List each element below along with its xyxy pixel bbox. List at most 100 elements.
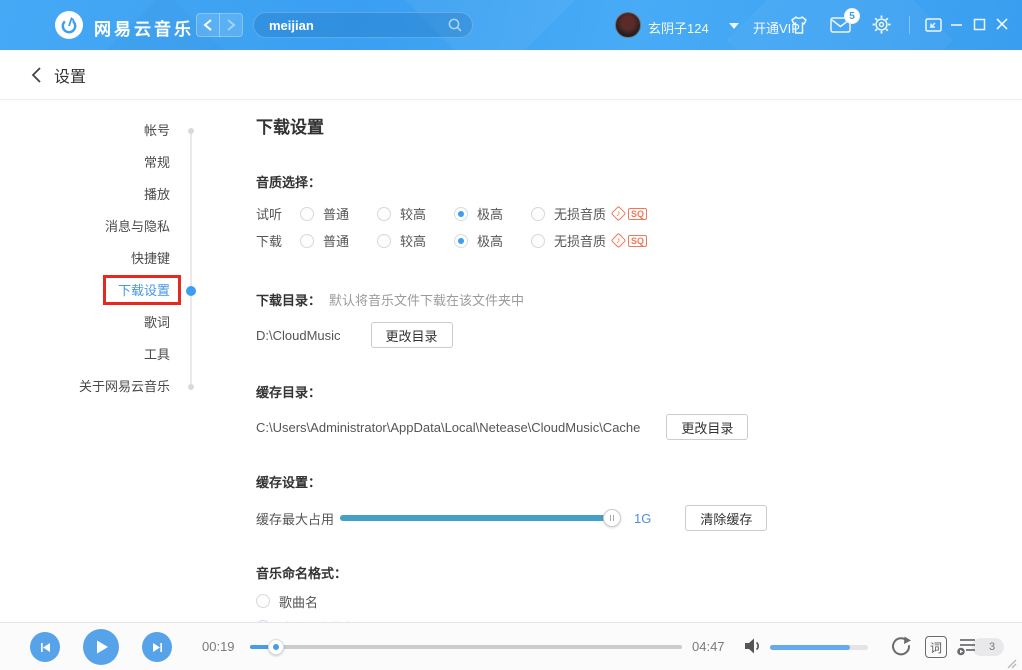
progress-handle[interactable] [268, 639, 284, 655]
radio-icon[interactable] [531, 207, 545, 221]
radio-icon[interactable] [531, 234, 545, 248]
back-chevron-icon[interactable] [30, 66, 42, 84]
quality-row-name: 试听 [256, 204, 300, 223]
sidebar-timeline [190, 131, 192, 387]
radio-download-normal[interactable]: 普通 [300, 231, 377, 250]
previous-track-button[interactable] [30, 632, 60, 662]
mini-mode-icon[interactable] [925, 18, 942, 32]
radio-icon[interactable] [377, 234, 391, 248]
radio-download-lossless[interactable]: 无损音质 ♪ SQ [531, 231, 647, 250]
radio-label: 歌曲名 [279, 592, 318, 611]
cache-slider-row: 缓存最大占用 1G 清除缓存 [256, 505, 1016, 531]
sq-badge: ♪ SQ [613, 235, 647, 247]
radio-label: 较高 [400, 204, 426, 223]
sidebar-item-general[interactable]: 常规 [0, 147, 170, 179]
next-track-button[interactable] [142, 632, 172, 662]
progress-bar[interactable] [250, 645, 682, 649]
slider-handle[interactable] [603, 509, 621, 527]
download-dir-hint: 默认将音乐文件下载在该文件夹中 [329, 293, 524, 308]
app-logo-icon[interactable] [55, 11, 83, 39]
clear-cache-button[interactable]: 清除缓存 [685, 505, 767, 531]
playlist-icon[interactable] [956, 636, 978, 658]
radio-icon[interactable] [256, 594, 270, 608]
cache-dir-path: C:\Users\Administrator\AppData\Local\Net… [256, 420, 640, 435]
radio-download-higher[interactable]: 较高 [377, 231, 454, 250]
cache-settings-label: 缓存设置： [256, 472, 1016, 491]
loop-mode-icon[interactable] [888, 635, 913, 657]
radio-label: 普通 [323, 231, 349, 250]
quality-row-download: 下载 普通 较高 极高 无损音质 ♪ [256, 227, 1016, 254]
sq-badge-label: SQ [628, 208, 647, 220]
download-dir-path: D:\CloudMusic [256, 328, 341, 343]
change-cache-dir-button[interactable]: 更改目录 [666, 414, 748, 440]
sidebar-item-download-settings[interactable]: 下载设置 [0, 275, 170, 307]
lyrics-button[interactable]: 词 [925, 636, 947, 658]
nav-back-button[interactable] [196, 13, 220, 37]
header-divider [909, 16, 910, 34]
resize-grip[interactable] [1005, 657, 1017, 669]
app-header: 网易云音乐 玄阴子124 开通VIP 5 [0, 0, 1022, 50]
sidebar-item-playback[interactable]: 播放 [0, 179, 170, 211]
chevron-down-icon[interactable] [729, 23, 739, 29]
radio-icon[interactable] [300, 234, 314, 248]
quality-rows: 试听 普通 较高 极高 无损音质 ♪ [256, 200, 1016, 254]
volume-icon[interactable] [744, 637, 765, 655]
theme-shirt-icon[interactable] [788, 15, 810, 35]
search-box[interactable] [253, 12, 473, 38]
sidebar-item-tools[interactable]: 工具 [0, 339, 170, 371]
close-icon[interactable] [995, 17, 1009, 31]
sidebar-item-shortcuts[interactable]: 快捷键 [0, 243, 170, 275]
next-icon [151, 641, 164, 654]
timeline-dot [188, 128, 194, 134]
user-name[interactable]: 玄阴子124 [648, 18, 709, 37]
player-bar: 00:19 04:47 词 3 [0, 622, 1022, 670]
change-download-dir-button[interactable]: 更改目录 [371, 322, 453, 348]
radio-naming-song[interactable]: 歌曲名 [256, 594, 1016, 608]
sq-diamond-icon: ♪ [611, 206, 627, 222]
section-heading: 下载设置 [256, 100, 1016, 138]
messages-badge[interactable]: 5 [844, 8, 860, 24]
gear-icon[interactable] [872, 15, 891, 34]
download-settings-panel: 下载设置 音质选择： 试听 普通 较高 极高 [256, 100, 1016, 670]
sidebar-item-account[interactable]: 帐号 [0, 115, 170, 147]
radio-icon[interactable] [377, 207, 391, 221]
nav-forward-button[interactable] [219, 13, 243, 37]
search-input[interactable] [254, 18, 447, 33]
sidebar-item-about[interactable]: 关于网易云音乐 [0, 371, 170, 403]
radio-icon[interactable] [300, 207, 314, 221]
sidebar-item-privacy[interactable]: 消息与隐私 [0, 211, 170, 243]
radio-label: 极高 [477, 204, 503, 223]
sq-badge: ♪ SQ [613, 208, 647, 220]
cache-size-value: 1G [634, 511, 651, 526]
cache-size-slider[interactable] [340, 515, 612, 521]
radio-preview-higher[interactable]: 较高 [377, 204, 454, 223]
user-avatar[interactable] [615, 12, 641, 38]
radio-icon-selected[interactable] [454, 234, 468, 248]
radio-download-extreme[interactable]: 极高 [454, 231, 531, 250]
play-button[interactable] [83, 629, 119, 665]
radio-icon-selected[interactable] [454, 207, 468, 221]
search-icon[interactable] [447, 17, 463, 33]
sq-diamond-icon: ♪ [611, 233, 627, 249]
play-icon [94, 639, 109, 655]
sq-badge-label: SQ [628, 235, 647, 247]
page-title: 设置 [54, 63, 86, 87]
settings-sidebar: 帐号 常规 播放 消息与隐私 快捷键 下载设置 歌词 工具 关于网易云音乐 [0, 100, 170, 403]
radio-label: 无损音质 [554, 204, 606, 223]
radio-preview-normal[interactable]: 普通 [300, 204, 377, 223]
chevron-right-icon [226, 19, 236, 31]
maximize-icon[interactable] [973, 18, 986, 31]
settings-content: 帐号 常规 播放 消息与隐私 快捷键 下载设置 歌词 工具 关于网易云音乐 下载… [0, 100, 1022, 622]
total-time: 04:47 [692, 639, 725, 654]
radio-preview-extreme[interactable]: 极高 [454, 204, 531, 223]
sidebar-item-lyrics[interactable]: 歌词 [0, 307, 170, 339]
chevron-left-icon [203, 19, 213, 31]
volume-fill [770, 645, 850, 650]
radio-preview-lossless[interactable]: 无损音质 ♪ SQ [531, 204, 647, 223]
cache-slider-label: 缓存最大占用 [256, 509, 340, 528]
naming-section-label: 音乐命名格式： [256, 563, 1016, 582]
minimize-icon[interactable] [950, 18, 963, 31]
slider-fill [340, 515, 612, 521]
volume-slider[interactable] [770, 645, 868, 650]
music-note-icon [59, 15, 79, 35]
